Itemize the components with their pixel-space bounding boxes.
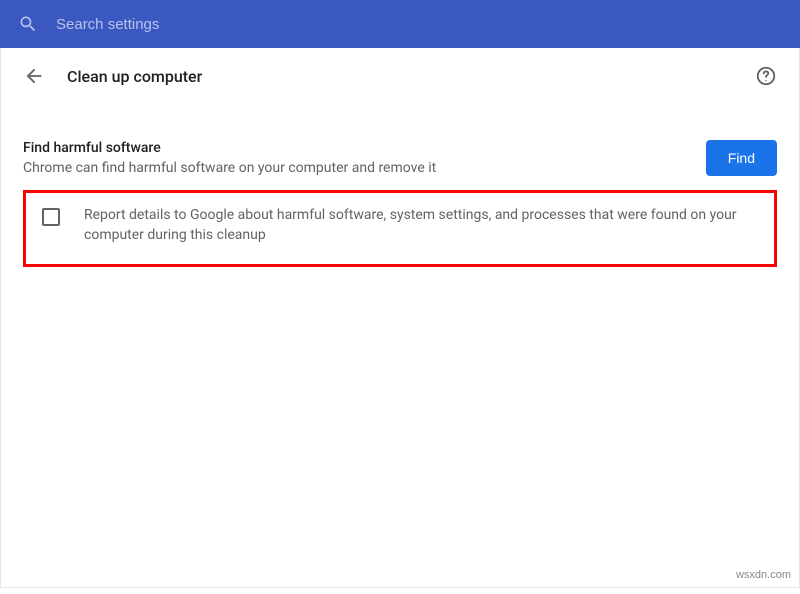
page-content: Clean up computer Find harmful software … bbox=[0, 48, 800, 588]
find-harmful-title: Find harmful software bbox=[23, 140, 682, 156]
watermark: wsxdn.com bbox=[736, 569, 791, 581]
report-details-checkbox[interactable] bbox=[42, 208, 60, 226]
search-input[interactable] bbox=[38, 16, 782, 33]
find-harmful-row: Find harmful software Chrome can find ha… bbox=[23, 140, 777, 176]
page-title: Clean up computer bbox=[67, 67, 202, 86]
find-button[interactable]: Find bbox=[706, 140, 777, 176]
find-harmful-description: Chrome can find harmful software on your… bbox=[23, 160, 682, 176]
find-harmful-text: Find harmful software Chrome can find ha… bbox=[23, 140, 682, 176]
cleanup-section: Find harmful software Chrome can find ha… bbox=[1, 140, 799, 267]
search-bar bbox=[0, 0, 800, 48]
search-icon bbox=[18, 14, 38, 34]
report-details-row: Report details to Google about harmful s… bbox=[23, 190, 777, 267]
back-arrow-icon[interactable] bbox=[23, 65, 45, 87]
help-icon[interactable] bbox=[755, 65, 777, 87]
report-details-text: Report details to Google about harmful s… bbox=[84, 205, 760, 246]
page-header: Clean up computer bbox=[1, 48, 799, 104]
